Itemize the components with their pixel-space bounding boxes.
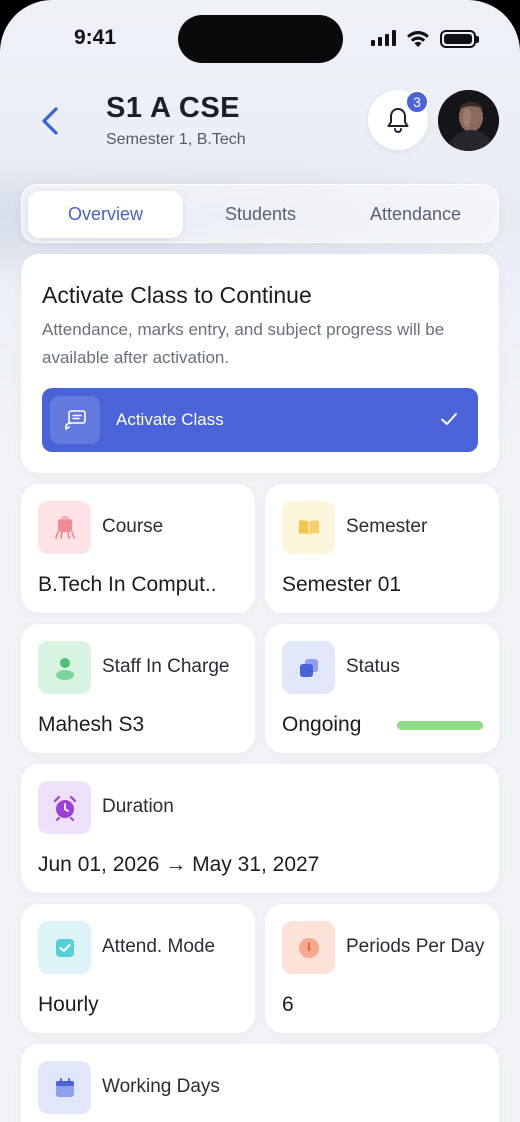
staff-label: Staff In Charge: [102, 656, 230, 677]
calendar-icon: [38, 1061, 91, 1114]
periods-card[interactable]: Periods Per Day 6: [265, 904, 499, 1033]
course-icon: [38, 501, 91, 554]
status-time: 9:41: [74, 26, 117, 49]
tab-attendance[interactable]: Attendance: [338, 191, 493, 238]
chat-icon: [50, 396, 100, 444]
activate-card-title: Activate Class to Continue: [42, 282, 312, 308]
semester-label: Semester: [346, 516, 428, 537]
alarm-clock-icon: [38, 781, 91, 834]
duration-label: Duration: [102, 796, 174, 817]
status-value: Ongoing: [282, 713, 362, 736]
tab-overview[interactable]: Overview: [28, 191, 183, 238]
duration-value: Jun 01, 2026 → May 31, 2027: [38, 853, 320, 876]
course-value: B.Tech In Comput..: [38, 573, 217, 596]
phone-screen: 9:41 S1 A CSE Semester 1, B.Tech 3 Overv…: [0, 0, 520, 1122]
working-days-card[interactable]: Working Days: [21, 1044, 499, 1122]
semester-icon: [282, 501, 335, 554]
working-days-label: Working Days: [102, 1076, 220, 1097]
dynamic-island: [178, 15, 343, 63]
course-card[interactable]: Course B.Tech In Comput..: [21, 484, 255, 613]
staff-card[interactable]: Staff In Charge Mahesh S3: [21, 624, 255, 753]
avatar[interactable]: [438, 90, 499, 151]
status-icon: [282, 641, 335, 694]
attend-mode-card[interactable]: Attend. Mode Hourly: [21, 904, 255, 1033]
timer-icon: [282, 921, 335, 974]
status-label: Status: [346, 656, 400, 677]
profile-photo: [438, 90, 499, 151]
page-title: S1 A CSE: [106, 92, 241, 124]
page-subtitle: Semester 1, B.Tech: [106, 131, 246, 148]
semester-value: Semester 01: [282, 573, 402, 596]
activate-class-button[interactable]: Activate Class: [42, 388, 478, 452]
course-label: Course: [102, 516, 164, 537]
battery-icon: [440, 30, 479, 48]
bell-icon: [387, 108, 409, 133]
segmented-tabs: Overview Students Attendance: [21, 184, 499, 243]
checkbox-icon: [38, 921, 91, 974]
periods-label: Periods Per Day: [346, 936, 485, 957]
duration-card[interactable]: Duration Jun 01, 2026 → May 31, 2027: [21, 764, 499, 893]
attend-mode-label: Attend. Mode: [102, 936, 216, 957]
staff-value: Mahesh S3: [38, 713, 145, 736]
notification-badge: 3: [405, 90, 429, 114]
status-progress-bar: [397, 721, 483, 730]
periods-value: 6: [282, 993, 294, 1016]
activate-card-description: Attendance, marks entry, and subject pro…: [42, 320, 445, 367]
semester-card[interactable]: Semester Semester 01: [265, 484, 499, 613]
cellular-signal-icon: [371, 30, 397, 46]
activate-class-label: Activate Class: [116, 410, 224, 429]
tab-students[interactable]: Students: [183, 191, 338, 238]
status-card[interactable]: Status Ongoing: [265, 624, 499, 753]
attend-mode-value: Hourly: [38, 993, 99, 1016]
check-icon: [441, 413, 457, 425]
wifi-icon: [407, 31, 429, 47]
person-icon: [38, 641, 91, 694]
activate-class-card: Activate Class to Continue Attendance, m…: [21, 254, 499, 473]
back-arrow-icon[interactable]: [36, 104, 66, 138]
